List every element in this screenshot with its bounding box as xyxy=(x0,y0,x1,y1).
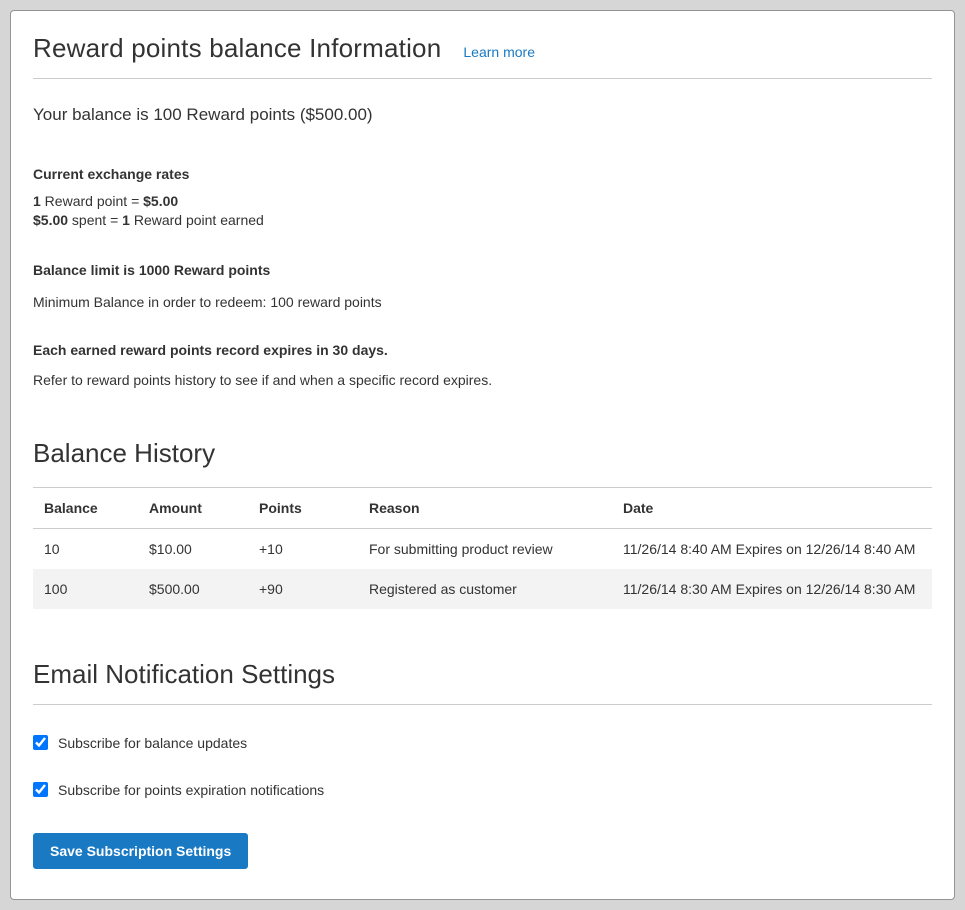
exchange-rates-heading: Current exchange rates xyxy=(33,166,932,182)
column-header-balance: Balance xyxy=(33,487,138,528)
subscribe-expiration-notifications-label: Subscribe for points expiration notifica… xyxy=(58,782,324,798)
balance-history-table-head: Balance Amount Points Reason Date xyxy=(33,487,932,528)
balance-history-table: Balance Amount Points Reason Date 10 $10… xyxy=(33,487,932,609)
page-header: Reward points balance Information Learn … xyxy=(33,31,932,79)
balance-history-title: Balance History xyxy=(33,438,932,469)
cell-reason: For submitting product review xyxy=(358,528,612,569)
table-row: 100 $500.00 +90 Registered as customer 1… xyxy=(33,569,932,609)
column-header-amount: Amount xyxy=(138,487,248,528)
cell-amount: $10.00 xyxy=(138,528,248,569)
cell-balance: 10 xyxy=(33,528,138,569)
min-balance-text: Minimum Balance in order to redeem: 100 … xyxy=(33,294,932,310)
subscribe-expiration-notifications-checkbox[interactable] xyxy=(33,782,48,797)
expiry-note: Refer to reward points history to see if… xyxy=(33,372,932,388)
subscribe-balance-updates-row[interactable]: Subscribe for balance updates xyxy=(33,735,932,751)
cell-points: +10 xyxy=(248,528,358,569)
exchange-rates-lines: 1 Reward point = $5.00 $5.00 spent = 1 R… xyxy=(33,192,932,230)
email-settings-title: Email Notification Settings xyxy=(33,659,932,705)
table-header-row: Balance Amount Points Reason Date xyxy=(33,487,932,528)
subscribe-expiration-notifications-row[interactable]: Subscribe for points expiration notifica… xyxy=(33,782,932,798)
column-header-reason: Reason xyxy=(358,487,612,528)
subscribe-balance-updates-checkbox[interactable] xyxy=(33,735,48,750)
reward-points-card: Reward points balance Information Learn … xyxy=(10,10,955,900)
save-subscription-settings-button[interactable]: Save Subscription Settings xyxy=(33,833,248,869)
cell-date: 11/26/14 8:30 AM Expires on 12/26/14 8:3… xyxy=(612,569,932,609)
subscribe-balance-updates-label: Subscribe for balance updates xyxy=(58,735,247,751)
cell-balance: 100 xyxy=(33,569,138,609)
cell-amount: $500.00 xyxy=(138,569,248,609)
column-header-date: Date xyxy=(612,487,932,528)
column-header-points: Points xyxy=(248,487,358,528)
expiry-heading: Each earned reward points record expires… xyxy=(33,342,932,358)
balance-history-table-body: 10 $10.00 +10 For submitting product rev… xyxy=(33,528,932,609)
rate-spend-line: $5.00 spent = 1 Reward point earned xyxy=(33,212,264,228)
rate-earn-line: 1 Reward point = $5.00 xyxy=(33,193,178,209)
table-row: 10 $10.00 +10 For submitting product rev… xyxy=(33,528,932,569)
cell-date: 11/26/14 8:40 AM Expires on 12/26/14 8:4… xyxy=(612,528,932,569)
learn-more-link[interactable]: Learn more xyxy=(463,44,535,60)
balance-limit-text: Balance limit is 1000 Reward points xyxy=(33,262,932,278)
cell-reason: Registered as customer xyxy=(358,569,612,609)
page-title: Reward points balance Information xyxy=(33,33,441,64)
balance-summary: Your balance is 100 Reward points ($500.… xyxy=(33,105,932,125)
cell-points: +90 xyxy=(248,569,358,609)
